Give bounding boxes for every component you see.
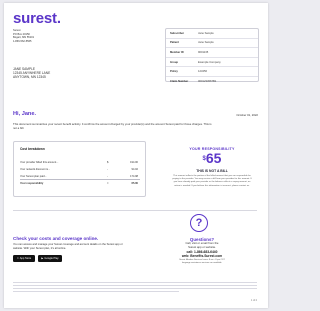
- responsibility-summary: YOUR RESPONSIBILITY $65 THIS IS NOT A BI…: [172, 147, 252, 188]
- eob-document: surest. Surest PO Box 20150 Bogart, MN 5…: [4, 3, 268, 308]
- check-costs-title: Check your costs and coverage online.: [13, 236, 99, 241]
- member-info-value: Jane Sample: [198, 31, 214, 35]
- cost-breakdown-panel: Cost breakdown Your provider billed this…: [13, 141, 146, 197]
- recipient-line: ANYTOWN, MN 12345: [13, 75, 46, 80]
- member-info-label: Subscriber: [170, 31, 185, 35]
- member-info-row: Group Example Company: [166, 58, 258, 68]
- google-play-badge[interactable]: ▶ Google Play: [38, 255, 62, 262]
- currency-symbol: $: [202, 156, 206, 162]
- cost-amount: 65.00: [131, 181, 139, 185]
- cost-label: Your Surest plan paid...: [20, 174, 47, 178]
- cost-row-responsibility: Your responsibility = 65.00: [20, 180, 140, 186]
- member-info-row: Subscriber Jane Sample: [166, 29, 258, 39]
- fine-print-line: [13, 290, 179, 293]
- questions-contact: Questions? Call, visit or email from the…: [162, 237, 242, 265]
- play-icon: ▶: [41, 257, 44, 260]
- not-a-bill-body: This amount reflects the portion of the …: [172, 175, 252, 187]
- apple-icon: : [17, 257, 19, 260]
- intro-paragraph: This document summarizes your recent ben…: [13, 122, 212, 131]
- cost-amount: 174.98: [130, 174, 138, 178]
- check-costs-body: You can access and manage your Surest co…: [13, 243, 123, 250]
- letter-date: October 01, 2022: [236, 113, 258, 117]
- greeting: Hi, Jane.: [13, 111, 37, 117]
- not-a-bill-notice: THIS IS NOT A BILL: [196, 169, 228, 173]
- fine-print-line: [13, 284, 257, 287]
- cost-row-billed: Your provider billed this amount... $ 19…: [20, 159, 140, 165]
- member-info-label: Group: [170, 60, 179, 64]
- member-info-row: Member ID 9001135: [166, 48, 258, 58]
- sender-line: 1-866-562-5565: [13, 39, 32, 43]
- member-info-row: Patient Jane Sample: [166, 39, 258, 49]
- member-info-value: 123456: [198, 70, 207, 74]
- page-number: 1 of 2: [251, 299, 257, 302]
- member-info-value: 0001234567B1: [198, 79, 217, 83]
- cost-operator: -: [107, 174, 108, 178]
- cost-amount: 94.02: [131, 167, 139, 171]
- member-info-value: Jane Sample: [198, 41, 214, 45]
- cost-amount: 194.00: [130, 160, 138, 164]
- sender-address: Surest PO Box 20150 Bogart, MN 55101 1-8…: [13, 29, 34, 43]
- member-info-label: Member ID: [170, 50, 184, 54]
- responsibility-amount: $65: [172, 151, 252, 165]
- member-info-value: Example Company: [198, 60, 221, 64]
- cost-operator: =: [107, 181, 109, 185]
- cost-breakdown-title: Cost breakdown: [20, 147, 45, 151]
- member-info-value: 9001135: [198, 50, 209, 54]
- responsibility-value: 65: [205, 150, 222, 166]
- google-play-label: Google Play: [44, 257, 59, 260]
- cost-operator: -: [107, 167, 108, 171]
- member-info-table: Subscriber Jane Sample Patient Jane Samp…: [165, 28, 259, 83]
- fine-print-line: [13, 287, 257, 290]
- member-info-label: Policy: [170, 70, 178, 74]
- app-store-label: App Store: [18, 257, 32, 260]
- member-info-row: Policy 123456: [166, 67, 258, 77]
- cost-label: Your network discount is...: [20, 167, 51, 171]
- member-info-row: Claim Number 0001234567B1: [166, 77, 258, 86]
- recipient-address: JANE SAMPLE 12345 ANYWHERE LANE ANYTOWN,…: [13, 67, 50, 80]
- questions-languages: language assistance services are availab…: [181, 262, 223, 264]
- cost-row-discount: Your network discount is... - 94.02: [20, 166, 140, 172]
- member-info-label: Patient: [170, 41, 179, 45]
- section-divider: [13, 210, 257, 211]
- cost-row-plan-paid: Your Surest plan paid... - 174.98: [20, 173, 140, 180]
- member-info-label: Claim Number: [170, 79, 189, 83]
- fine-print-line: [13, 282, 257, 284]
- cost-label: Your responsibility: [20, 181, 44, 185]
- cost-label: Your provider billed this amount...: [20, 160, 59, 164]
- fine-print: [13, 282, 257, 294]
- cost-operator: $: [107, 160, 109, 164]
- surest-logo: surest.: [13, 10, 61, 27]
- app-store-badge[interactable]:  App Store: [13, 255, 35, 262]
- question-mark-icon: ?: [190, 214, 208, 232]
